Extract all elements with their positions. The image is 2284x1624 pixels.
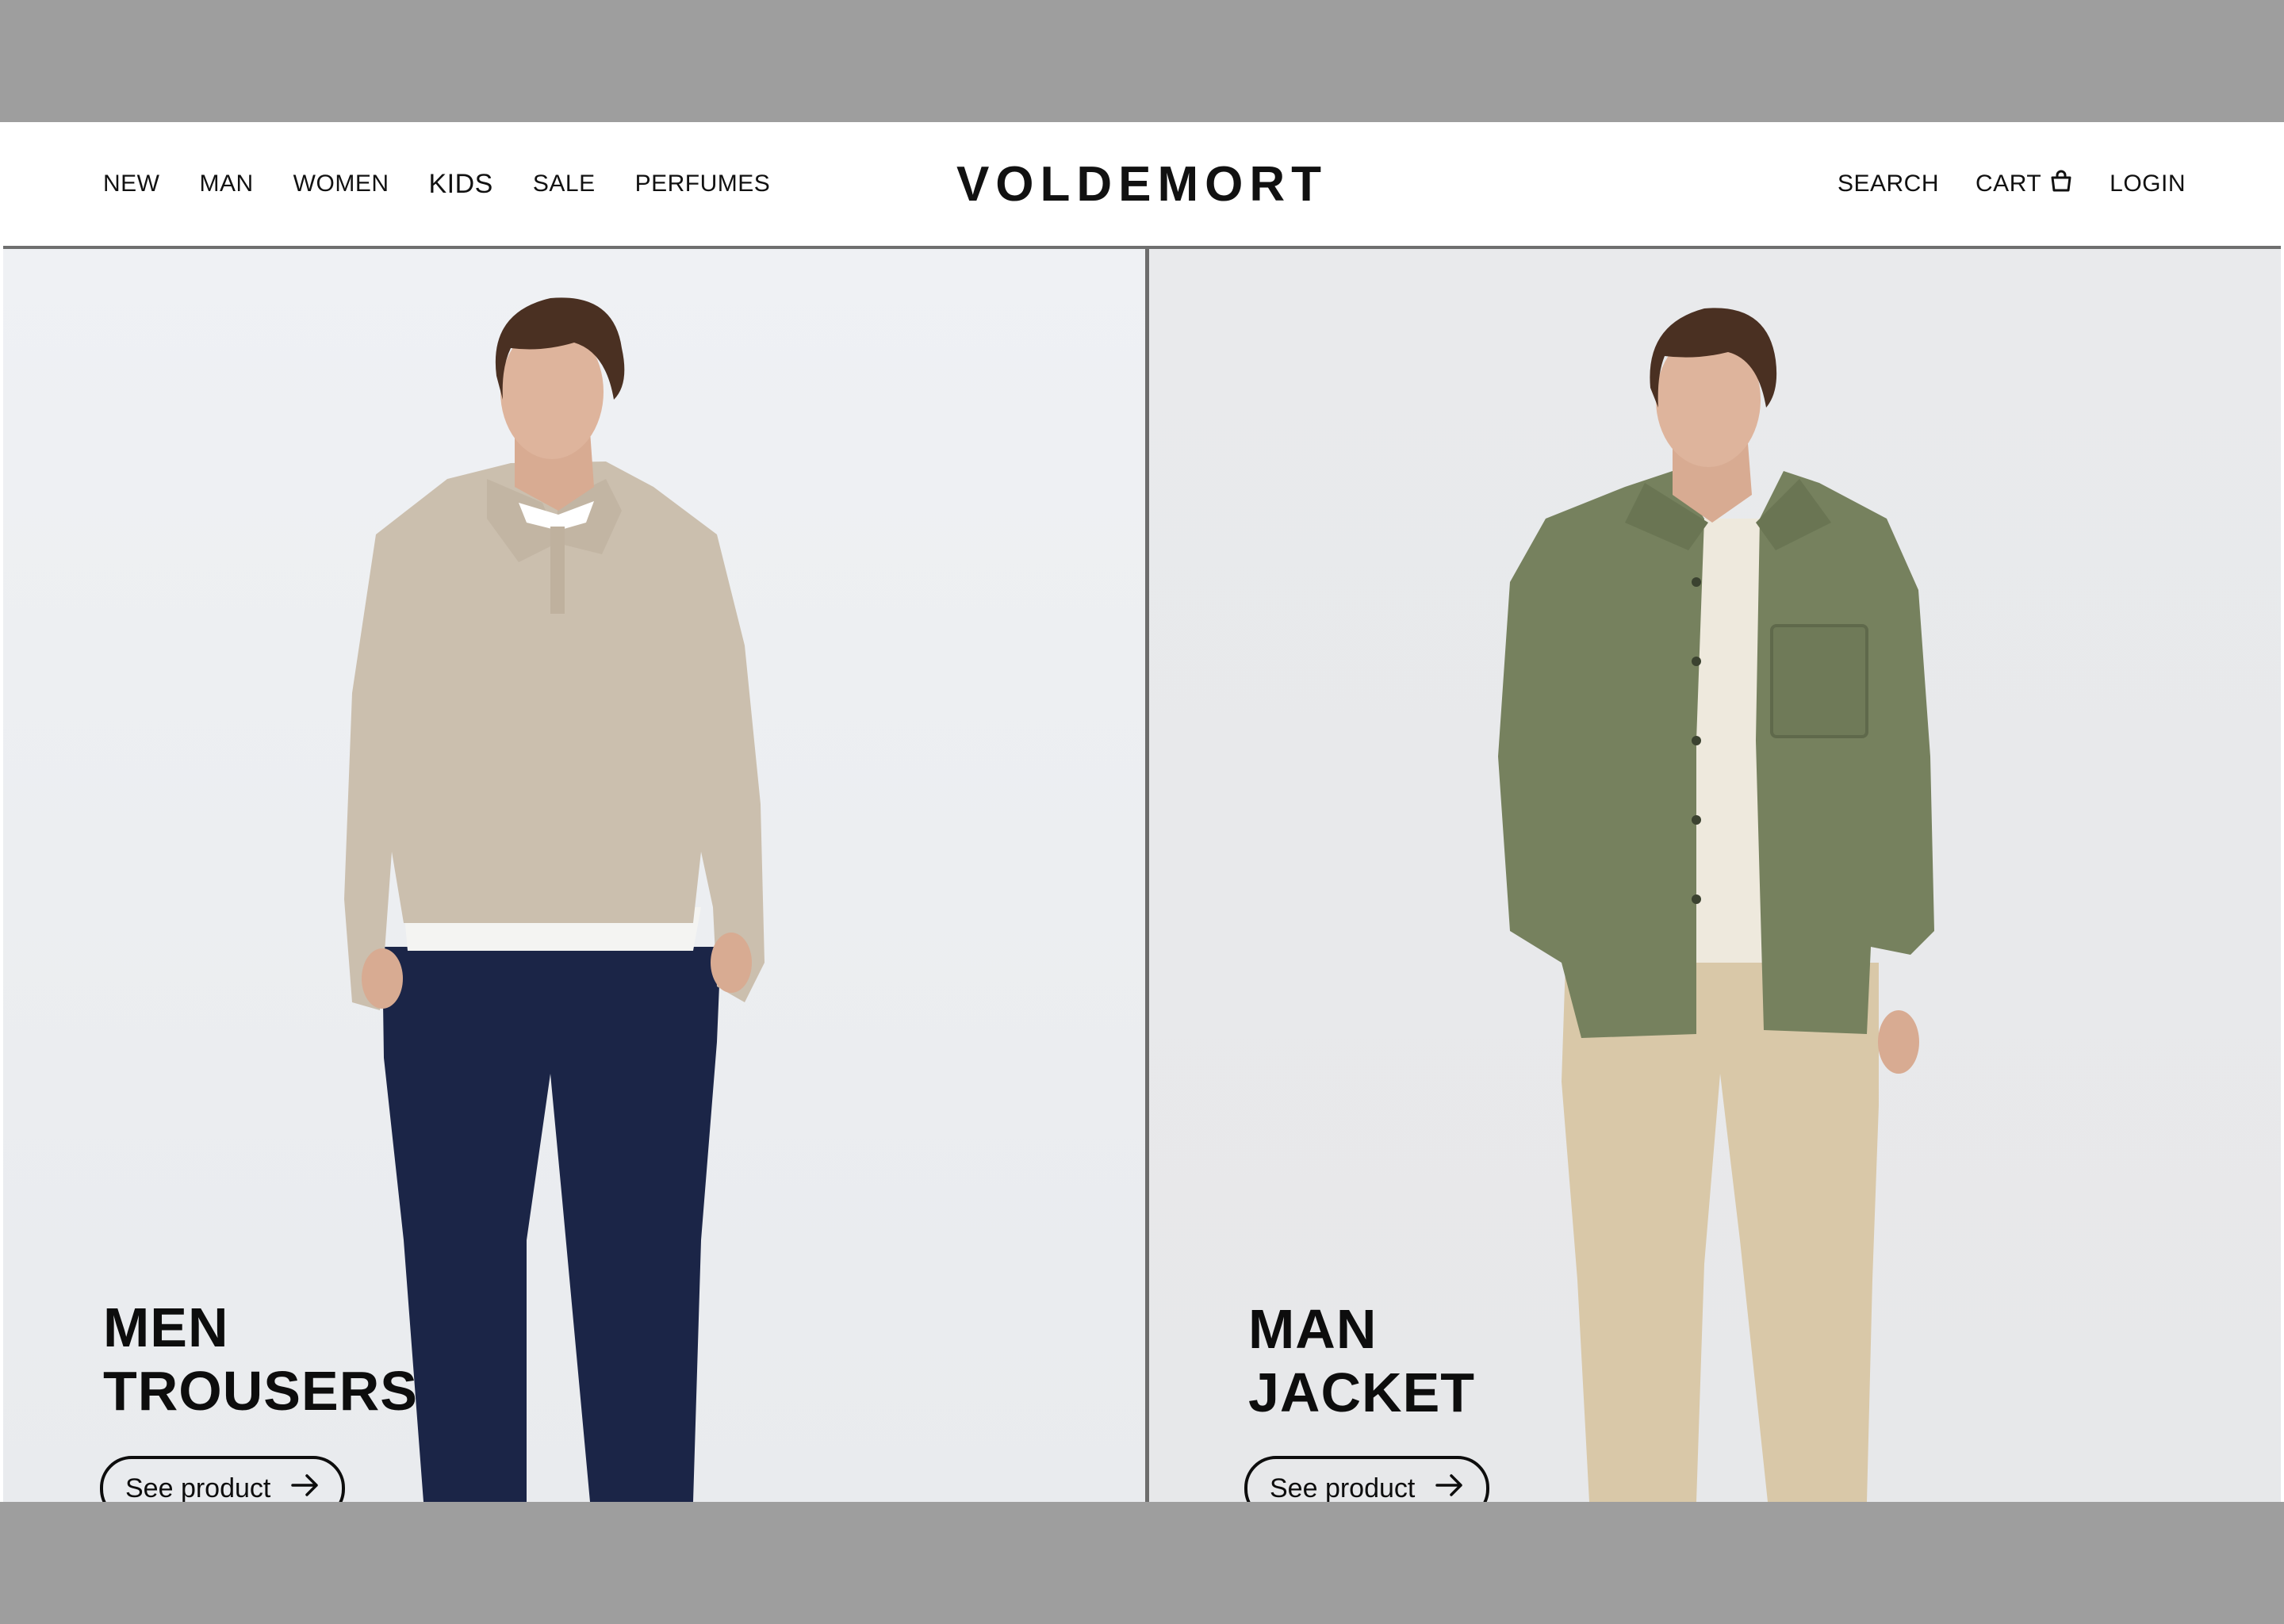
search-link[interactable]: SEARCH: [1838, 170, 1939, 197]
product-title-line2: TROUSERS: [103, 1360, 418, 1422]
product-card-jacket[interactable]: MAN JACKET See product: [1149, 249, 2281, 1502]
product-title-trousers: MEN TROUSERS: [103, 1296, 418, 1423]
see-product-label: See product: [125, 1473, 271, 1503]
product-title-line1: MAN: [1248, 1298, 1378, 1360]
shopping-bag-icon: [2049, 169, 2073, 199]
arrow-right-icon: [1435, 1473, 1464, 1503]
product-title-line2: JACKET: [1248, 1362, 1476, 1423]
product-title-line1: MEN: [103, 1297, 229, 1358]
hero-panels: MEN TROUSERS See product MAN JACKET See …: [3, 249, 2281, 1502]
site-header: NEW MAN WOMEN KIDS SALE PERFUMES VOLDEMO…: [3, 122, 2281, 249]
see-product-button[interactable]: See product: [100, 1456, 346, 1503]
product-card-trousers[interactable]: MEN TROUSERS See product: [3, 249, 1145, 1502]
cart-label: CART: [1976, 170, 2042, 197]
brand-name[interactable]: VOLDEMORT: [956, 156, 1328, 213]
cart-link[interactable]: CART: [1976, 169, 2073, 199]
product-title-jacket: MAN JACKET: [1248, 1297, 1475, 1424]
see-product-label: See product: [1270, 1473, 1416, 1503]
browser-page: NEW MAN WOMEN KIDS SALE PERFUMES VOLDEMO…: [0, 122, 2284, 1502]
login-link[interactable]: LOGIN: [2110, 170, 2186, 197]
arrow-right-icon: [291, 1473, 320, 1503]
utility-nav: SEARCH CART LOGIN: [1838, 122, 2186, 246]
see-product-button[interactable]: See product: [1244, 1456, 1490, 1503]
